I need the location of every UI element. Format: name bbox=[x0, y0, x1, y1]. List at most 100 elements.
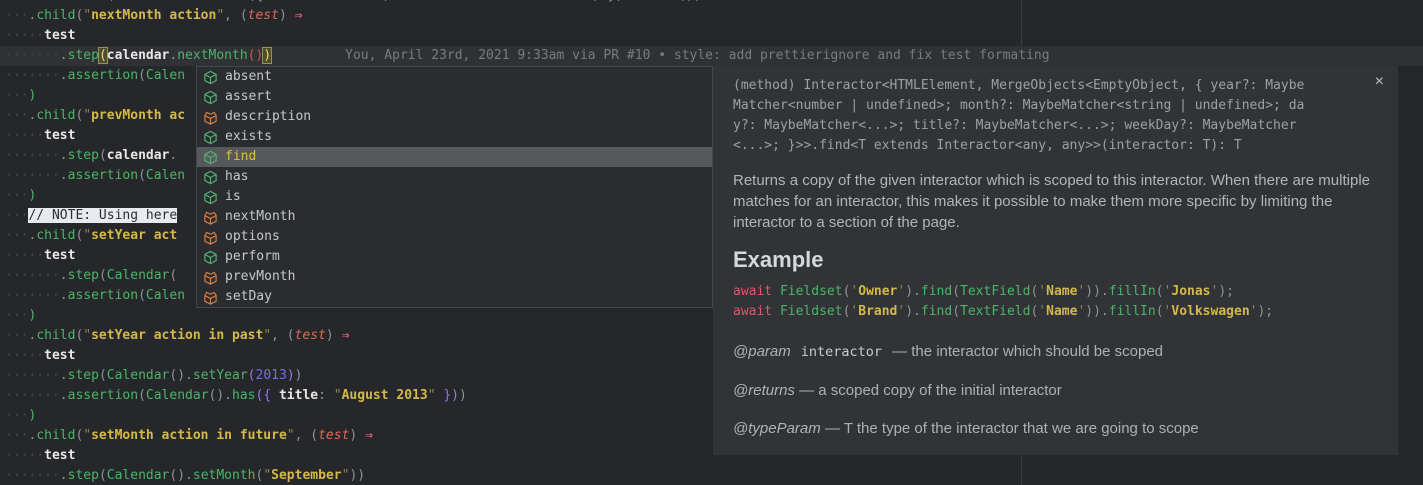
code-token: ) bbox=[349, 428, 365, 443]
suggestion-item-options[interactable]: options bbox=[197, 227, 712, 247]
code-line[interactable]: ·····test bbox=[5, 26, 75, 46]
code-token: test bbox=[44, 348, 75, 363]
code-token: setYear bbox=[193, 368, 248, 383]
code-token: (). bbox=[169, 468, 192, 483]
method-icon bbox=[203, 70, 218, 85]
suggestion-item-find[interactable]: find bbox=[197, 147, 712, 167]
code-token: ({ bbox=[248, 0, 271, 3]
code-token: // NOTE: Using here bbox=[28, 208, 177, 223]
suggestion-item-exists[interactable]: exists bbox=[197, 127, 712, 147]
code-token: (). bbox=[209, 388, 232, 403]
suggestion-item-prevMonth[interactable]: prevMonth bbox=[197, 267, 712, 287]
code-token: ) bbox=[28, 408, 36, 423]
code-token: September bbox=[271, 468, 341, 483]
code-line[interactable]: ···.child("setYear action in past", (tes… bbox=[5, 326, 349, 346]
code-token: ( bbox=[952, 304, 960, 319]
code-token: " bbox=[263, 468, 271, 483]
suggestion-label: options bbox=[225, 227, 280, 247]
code-line[interactable]: ·····test bbox=[5, 446, 75, 466]
suggestion-item-perform[interactable]: perform bbox=[197, 247, 712, 267]
code-token: 2021-03-10T10:00:00.000Z bbox=[396, 0, 584, 3]
code-token: ····· bbox=[5, 348, 44, 363]
jsdoc-tag-row: @paraminteractor— the interactor which s… bbox=[733, 341, 1378, 363]
code-line[interactable]: ···.child("setMonth action in future", (… bbox=[5, 426, 373, 446]
suggestion-item-absent[interactable]: absent bbox=[197, 67, 712, 87]
code-token: Calen bbox=[146, 168, 185, 183]
code-line[interactable]: ·······.step(calendar. bbox=[5, 146, 177, 166]
code-line[interactable]: ·······.step(Calendar().setMonth("Septem… bbox=[5, 466, 365, 485]
suggestion-label: setDay bbox=[225, 287, 272, 307]
code-line[interactable]: ···) bbox=[5, 306, 36, 326]
method-icon bbox=[203, 130, 218, 145]
code-line[interactable]: ·······.assertion(Calen bbox=[5, 166, 185, 186]
code-editor: ···.assertion(CalendarWithUtils({ date: … bbox=[0, 0, 1423, 485]
code-line[interactable]: ·······.assertion(Calen bbox=[5, 286, 185, 306]
code-line[interactable]: ···.child("setYear act bbox=[5, 226, 177, 246]
code-token: " bbox=[83, 8, 91, 23]
code-token: ····· bbox=[5, 128, 44, 143]
code-line[interactable]: ·····test bbox=[5, 126, 75, 146]
code-token: ······· bbox=[5, 288, 60, 303]
suggestion-item-description[interactable]: description bbox=[197, 107, 712, 127]
jsdoc-tag-text: — the interactor which should be scoped bbox=[892, 343, 1163, 360]
code-token: test bbox=[248, 8, 279, 23]
code-token: . bbox=[60, 268, 68, 283]
code-line[interactable]: ·····test bbox=[5, 346, 75, 366]
code-line[interactable]: ···.child("prevMonth ac bbox=[5, 106, 185, 126]
code-line[interactable]: ·······.assertion(Calendar().has({ title… bbox=[5, 386, 467, 406]
code-token: " bbox=[287, 428, 295, 443]
code-token: child bbox=[36, 108, 75, 123]
code-token: TextField bbox=[960, 284, 1030, 299]
code-line[interactable]: ···) bbox=[5, 406, 36, 426]
code-line[interactable]: ···// NOTE: Using here bbox=[5, 206, 177, 226]
code-token: calendar bbox=[107, 48, 170, 63]
jsdoc-tag-code: interactor bbox=[801, 344, 882, 360]
code-line[interactable]: ·······.assertion(Calen bbox=[5, 66, 185, 86]
code-token: ··· bbox=[5, 108, 28, 123]
field-icon bbox=[203, 230, 218, 245]
suggestion-item-has[interactable]: has bbox=[197, 167, 712, 187]
code-token: ··· bbox=[5, 0, 28, 3]
code-token: ⇒ bbox=[295, 8, 303, 23]
code-token: await bbox=[733, 304, 780, 319]
code-token: setYear act bbox=[91, 228, 177, 243]
code-token: .assertion bbox=[28, 0, 106, 3]
suggestion-label: exists bbox=[225, 127, 272, 147]
code-token: " bbox=[334, 388, 342, 403]
code-line[interactable]: ·······.step(Calendar().setYear(2013)) bbox=[5, 366, 302, 386]
code-token: has bbox=[232, 388, 255, 403]
code-token: test bbox=[295, 328, 326, 343]
code-token: exists bbox=[631, 0, 678, 3]
code-line[interactable]: ·······.step(calendar.nextMonth())You, A… bbox=[5, 46, 1050, 66]
code-token: find bbox=[921, 284, 952, 299]
example-heading: Example bbox=[733, 250, 1378, 270]
code-line[interactable]: ·····test bbox=[5, 246, 75, 266]
code-line[interactable]: ···.child("nextMonth action", (test) ⇒ bbox=[5, 6, 302, 26]
code-line[interactable]: ·······.step(Calendar( bbox=[5, 266, 177, 286]
code-token: " bbox=[83, 228, 91, 243]
jsdoc-tag-name: @returns bbox=[733, 382, 795, 399]
code-token: setMonth action in future bbox=[91, 428, 287, 443]
code-token: find bbox=[921, 304, 952, 319]
code-token: }) bbox=[436, 388, 459, 403]
code-token: ( bbox=[1156, 284, 1164, 299]
code-token: ( bbox=[138, 388, 146, 403]
suggestion-item-setDay[interactable]: setDay bbox=[197, 287, 712, 307]
code-line[interactable]: ···) bbox=[5, 186, 36, 206]
suggestion-item-assert[interactable]: assert bbox=[197, 87, 712, 107]
code-token: ······· bbox=[5, 68, 60, 83]
example-code-block: await Fieldset('Owner').find(TextField('… bbox=[733, 282, 1378, 322]
code-token: Date bbox=[349, 0, 380, 3]
code-token: )). bbox=[1085, 284, 1108, 299]
close-icon[interactable]: × bbox=[1375, 74, 1384, 90]
code-token: ({ bbox=[256, 388, 279, 403]
code-token: Name bbox=[1046, 304, 1077, 319]
suggestion-item-nextMonth[interactable]: nextMonth bbox=[197, 207, 712, 227]
code-line[interactable]: ···) bbox=[5, 86, 36, 106]
suggestion-item-is[interactable]: is bbox=[197, 187, 712, 207]
code-token: )) bbox=[349, 468, 365, 483]
code-token: ( bbox=[138, 68, 146, 83]
code-token: ) bbox=[28, 308, 36, 323]
code-token: ' bbox=[1038, 304, 1046, 319]
code-token: ··· bbox=[5, 208, 28, 223]
